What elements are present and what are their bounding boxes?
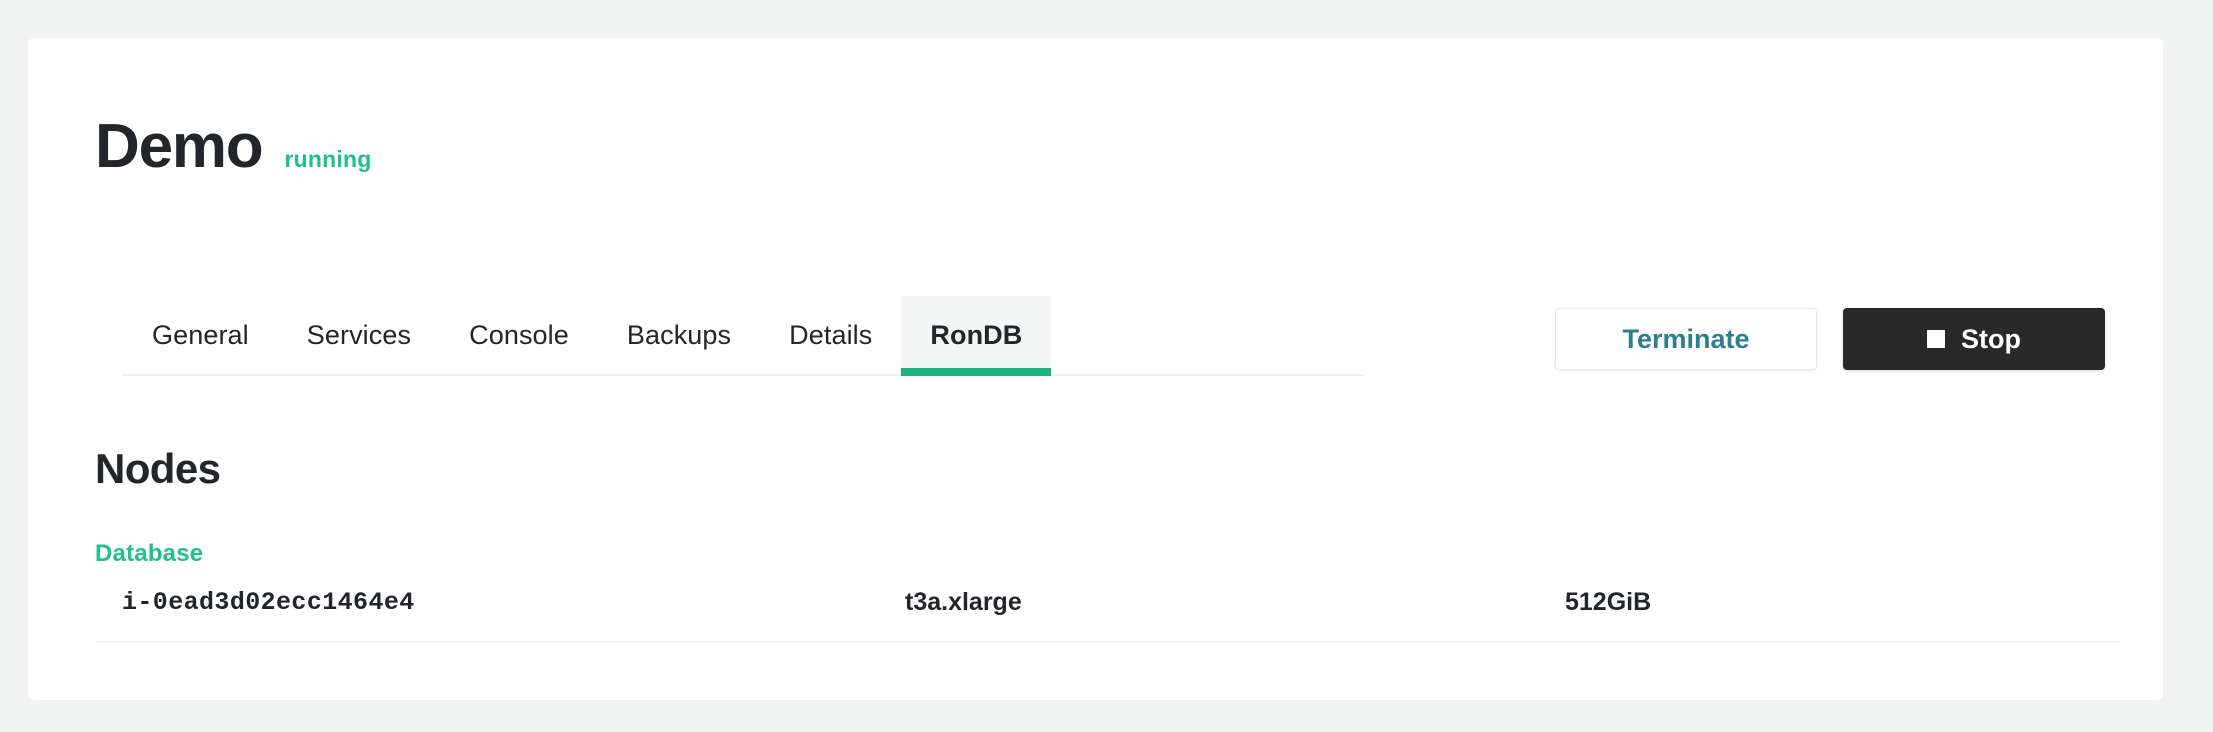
tab-general[interactable]: General — [123, 296, 278, 374]
tab-console[interactable]: Console — [440, 296, 598, 374]
tab-bar: General Services Console Backups Details… — [123, 296, 1364, 376]
tab-backups[interactable]: Backups — [598, 296, 760, 374]
tab-services[interactable]: Services — [278, 296, 440, 374]
page-title: Demo — [95, 112, 264, 181]
node-instance-type: t3a.xlarge — [905, 576, 1565, 643]
cluster-detail-card: Demo running General Services Console Ba… — [28, 38, 2163, 700]
tab-rondb[interactable]: RonDB — [901, 296, 1052, 376]
nodes-group-label: Database — [95, 540, 204, 567]
header: Demo running — [95, 116, 371, 178]
nodes-table: i-0ead3d02ecc1464e4 t3a.xlarge 512GiB — [95, 576, 2121, 643]
stop-button-label: Stop — [1961, 323, 2021, 354]
node-storage: 512GiB — [1565, 576, 2121, 643]
page-root: Demo running General Services Console Ba… — [0, 0, 2213, 732]
node-instance-id: i-0ead3d02ecc1464e4 — [95, 576, 905, 643]
table-row: i-0ead3d02ecc1464e4 t3a.xlarge 512GiB — [95, 576, 2121, 643]
terminate-button[interactable]: Terminate — [1555, 308, 1817, 370]
nodes-section-title: Nodes — [95, 445, 221, 492]
stop-button[interactable]: Stop — [1843, 308, 2105, 370]
square-stop-icon — [1927, 330, 1945, 348]
action-buttons: Terminate Stop — [1555, 308, 2105, 370]
tab-details[interactable]: Details — [760, 296, 901, 374]
status-badge: running — [284, 146, 372, 172]
